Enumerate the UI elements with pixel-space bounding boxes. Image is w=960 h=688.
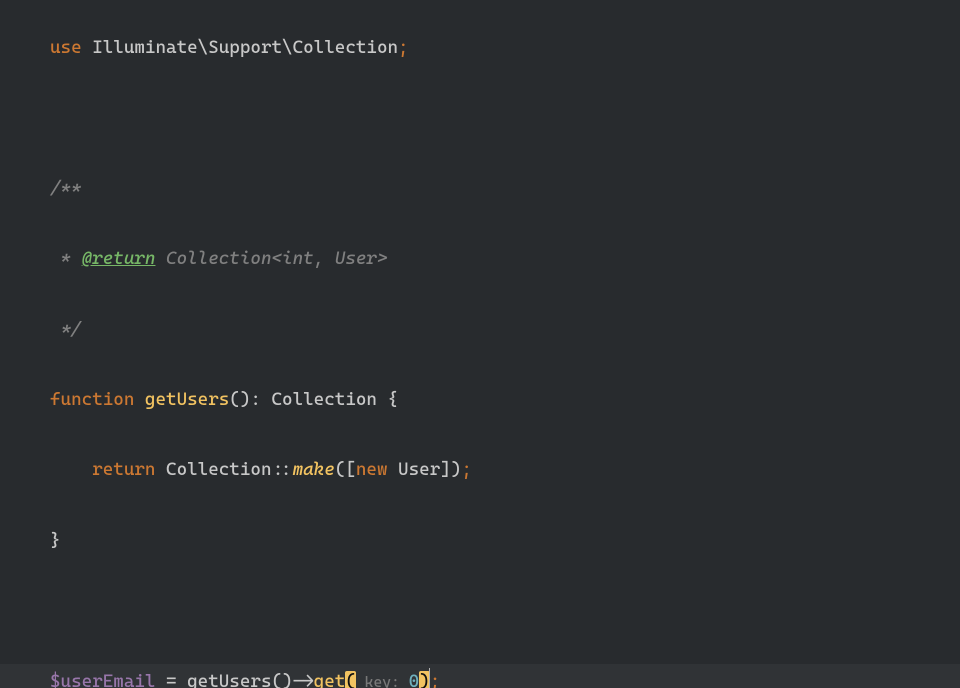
code-line: use Illuminate\Support\Collection; [50, 30, 960, 65]
keyword-new: new [356, 459, 388, 480]
parameter-hint: key: [356, 673, 409, 688]
keyword-return: return [92, 459, 155, 480]
variable-useremail: $userEmail [50, 671, 155, 688]
code-line: return Collection::make([new User]); [50, 452, 960, 487]
number-zero: 0 [409, 671, 420, 688]
code-line: */ [50, 312, 960, 347]
keyword-use: use [50, 37, 82, 58]
function-name: getUsers [134, 389, 229, 410]
code-line [50, 100, 960, 135]
docblock-close: */ [50, 319, 82, 340]
code-line-active: $userEmail = getUsers()->get( key: 0); [0, 664, 960, 688]
method-make: make [293, 459, 335, 480]
code-editor[interactable]: use Illuminate\Support\Collection; /** *… [0, 0, 960, 688]
docblock-open: /** [50, 178, 82, 199]
code-line: } [50, 523, 960, 558]
doc-tag-return: @return [82, 248, 156, 269]
matched-paren-open: ( [345, 671, 356, 688]
code-line: function getUsers(): Collection { [50, 382, 960, 417]
code-line: /** [50, 171, 960, 206]
code-line [50, 593, 960, 628]
method-get: get [314, 671, 346, 688]
code-block[interactable]: use Illuminate\Support\Collection; /** *… [0, 30, 960, 688]
code-line: * @return Collection<int, User> [50, 241, 960, 276]
keyword-function: function [50, 389, 134, 410]
